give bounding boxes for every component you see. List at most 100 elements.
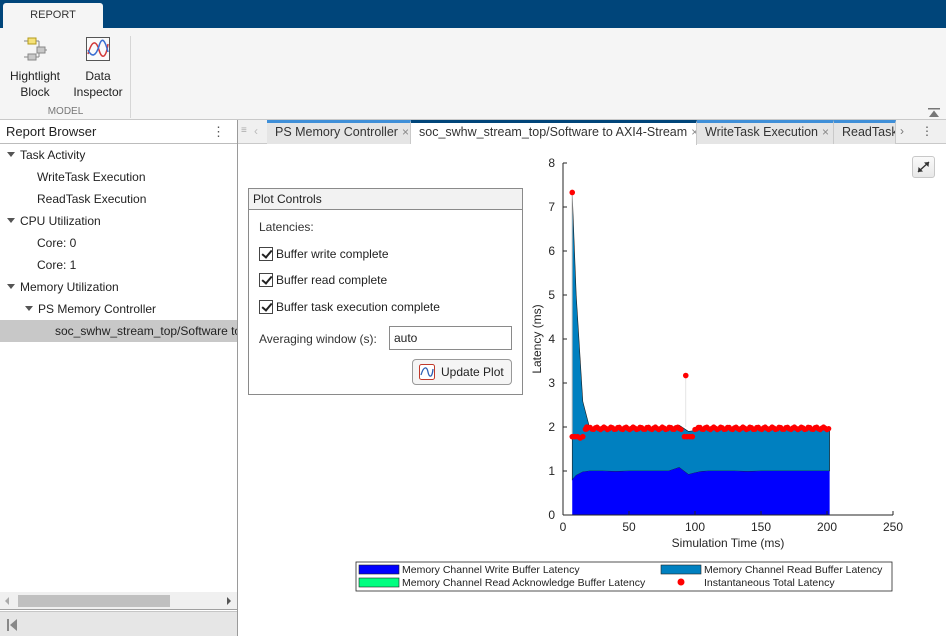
expand-triangle-icon[interactable] bbox=[7, 152, 15, 158]
tree-item-label: Memory Utilization bbox=[20, 280, 119, 294]
tab-list-menu-icon[interactable]: ≡ bbox=[241, 125, 247, 136]
data-inspector-icon bbox=[86, 37, 110, 61]
highlight-block-label-2: Block bbox=[20, 85, 50, 99]
y-axis-label: Latency (ms) bbox=[530, 304, 544, 373]
instantaneous-band-group bbox=[571, 192, 832, 436]
x-tick-label: 250 bbox=[883, 520, 903, 534]
y-tick-label: 7 bbox=[548, 200, 555, 214]
y-tick-label: 5 bbox=[548, 288, 555, 302]
legend-swatch-read-buffer bbox=[660, 564, 702, 575]
tab-ps-memory-controller[interactable]: PS Memory Controller × bbox=[267, 120, 411, 144]
tab-readtask-execution[interactable]: ReadTask Execution bbox=[834, 120, 896, 144]
instantaneous-point bbox=[580, 433, 586, 440]
section-label-model: MODEL bbox=[47, 106, 84, 117]
ribbon-header: REPORT bbox=[0, 0, 946, 28]
tree-item-task-activity[interactable]: Task Activity bbox=[0, 144, 237, 166]
tab-scroll-right-icon[interactable]: › bbox=[900, 124, 904, 138]
scroll-left-arrow-icon[interactable] bbox=[5, 597, 9, 605]
tree-item-label: CPU Utilization bbox=[20, 214, 101, 228]
expand-triangle-icon[interactable] bbox=[7, 218, 15, 224]
x-tick-label: 0 bbox=[560, 520, 567, 534]
x-axis-label: Simulation Time (ms) bbox=[672, 536, 785, 550]
legend-label-instantaneous: Instantaneous Total Latency bbox=[704, 577, 835, 589]
close-tab-icon[interactable]: × bbox=[822, 125, 829, 139]
tab-writetask-execution[interactable]: WriteTask Execution × bbox=[697, 120, 834, 144]
tree-item-ps-memory-controller[interactable]: PS Memory Controller bbox=[0, 298, 237, 320]
area-series-group bbox=[571, 193, 830, 515]
y-tick-label: 0 bbox=[548, 508, 555, 522]
y-tick-label: 8 bbox=[548, 156, 555, 170]
instantaneous-point bbox=[583, 424, 590, 430]
tree-item-label: WriteTask Execution bbox=[37, 170, 146, 184]
kebab-menu-icon[interactable]: ⋮ bbox=[212, 120, 225, 144]
expand-triangle-icon[interactable] bbox=[25, 306, 33, 312]
tree-item-cpu-utilization[interactable]: CPU Utilization bbox=[0, 210, 237, 232]
tab-label: PS Memory Controller bbox=[275, 125, 398, 139]
instantaneous-point bbox=[689, 433, 696, 440]
highlight-block-label-1: Hightlight bbox=[9, 69, 61, 83]
tree-item-writetask-execution[interactable]: WriteTask Execution bbox=[0, 166, 237, 188]
tree-item-label: Core: 1 bbox=[37, 258, 77, 272]
tree-item-label: ReadTask Execution bbox=[37, 192, 147, 206]
y-tick-label: 6 bbox=[548, 244, 555, 258]
x-tick-label: 200 bbox=[817, 520, 837, 534]
close-tab-icon[interactable]: × bbox=[402, 125, 409, 139]
instantaneous-point bbox=[682, 372, 689, 379]
data-inspector-label-1: Data bbox=[85, 69, 111, 83]
legend-label-read-ack-buffer: Memory Channel Read Acknowledge Buffer L… bbox=[402, 577, 646, 589]
horizontal-scrollbar[interactable] bbox=[0, 592, 237, 610]
report-browser-footer bbox=[0, 611, 237, 636]
x-tick-label: 150 bbox=[751, 520, 771, 534]
tree-item-label: PS Memory Controller bbox=[38, 302, 157, 316]
instantaneous-point bbox=[569, 189, 576, 196]
tree-item-core-1[interactable]: Core: 1 bbox=[0, 254, 237, 276]
tree-item-label: Task Activity bbox=[20, 148, 86, 162]
tab-label: soc_swhw_stream_top/Software to AXI4-Str… bbox=[419, 125, 688, 139]
collapse-panel-icon[interactable] bbox=[7, 619, 17, 631]
legend-marker-instantaneous bbox=[677, 578, 685, 586]
tree-item-readtask-execution[interactable]: ReadTask Execution bbox=[0, 188, 237, 210]
legend-swatch-read-ack-buffer bbox=[358, 577, 400, 588]
tab-software-to-axi4-stream[interactable]: soc_swhw_stream_top/Software to AXI4-Str… bbox=[411, 120, 697, 145]
report-tree: Task Activity WriteTask Execution ReadTa… bbox=[0, 144, 237, 342]
tree-item-memory-utilization[interactable]: Memory Utilization bbox=[0, 276, 237, 298]
x-tick-label: 100 bbox=[685, 520, 705, 534]
legend-label-write-buffer: Memory Channel Write Buffer Latency bbox=[402, 564, 580, 576]
instantaneous-points-group bbox=[569, 189, 696, 441]
report-content: Plot Controls Latencies: Buffer write co… bbox=[238, 145, 946, 636]
collapse-ribbon-icon[interactable] bbox=[928, 108, 940, 118]
scrollbar-thumb[interactable] bbox=[18, 595, 170, 607]
ribbon-toolstrip: Hightlight Block Data Inspector MODEL bbox=[0, 28, 946, 120]
highlight-block-button[interactable]: Hightlight Block bbox=[6, 36, 64, 100]
chart-legend: Memory Channel Write Buffer Latency Memo… bbox=[355, 561, 893, 592]
document-tab-bar: ≡ ‹ PS Memory Controller × soc_swhw_strea… bbox=[238, 120, 946, 145]
data-inspector-button[interactable]: Data Inspector bbox=[70, 36, 126, 100]
tree-item-label: Core: 0 bbox=[37, 236, 77, 250]
data-inspector-label-2: Inspector bbox=[73, 85, 123, 99]
area-write-buffer bbox=[572, 467, 830, 515]
tree-item-label: soc_swhw_stream_top/Software to AXI4-Str… bbox=[55, 324, 237, 338]
tab-scroll-left-icon[interactable]: ‹ bbox=[254, 124, 258, 138]
y-tick-label: 1 bbox=[548, 464, 555, 478]
y-tick-label: 4 bbox=[548, 332, 555, 346]
instantaneous-point bbox=[826, 426, 832, 432]
legend-swatch-write-buffer bbox=[358, 564, 400, 575]
x-tick-label: 50 bbox=[622, 520, 636, 534]
tree-item-software-to-axi4-stream[interactable]: soc_swhw_stream_top/Software to AXI4-Str… bbox=[0, 320, 237, 342]
y-tick-label: 2 bbox=[548, 420, 555, 434]
y-tick-label: 3 bbox=[548, 376, 555, 390]
ribbon-separator bbox=[130, 36, 131, 118]
highlight-block-icon bbox=[24, 37, 47, 61]
latency-chart: 0 1 2 3 4 5 6 7 8 0 50 100 150 200 250 Simulation Time… bbox=[355, 156, 903, 592]
expand-triangle-icon[interactable] bbox=[7, 284, 15, 290]
scroll-right-arrow-icon[interactable] bbox=[227, 597, 231, 605]
area-read-buffer bbox=[571, 193, 830, 481]
tab-label: WriteTask Execution bbox=[705, 125, 819, 139]
instantaneous-point bbox=[678, 426, 684, 433]
report-browser-title: Report Browser bbox=[6, 124, 97, 139]
tree-item-core-0[interactable]: Core: 0 bbox=[0, 232, 237, 254]
report-browser-header: Report Browser ⋮ bbox=[0, 120, 237, 144]
legend-label-read-buffer: Memory Channel Read Buffer Latency bbox=[704, 564, 883, 576]
tab-options-kebab-icon[interactable]: ⋮ bbox=[921, 124, 933, 138]
tab-report[interactable]: REPORT bbox=[3, 3, 103, 28]
